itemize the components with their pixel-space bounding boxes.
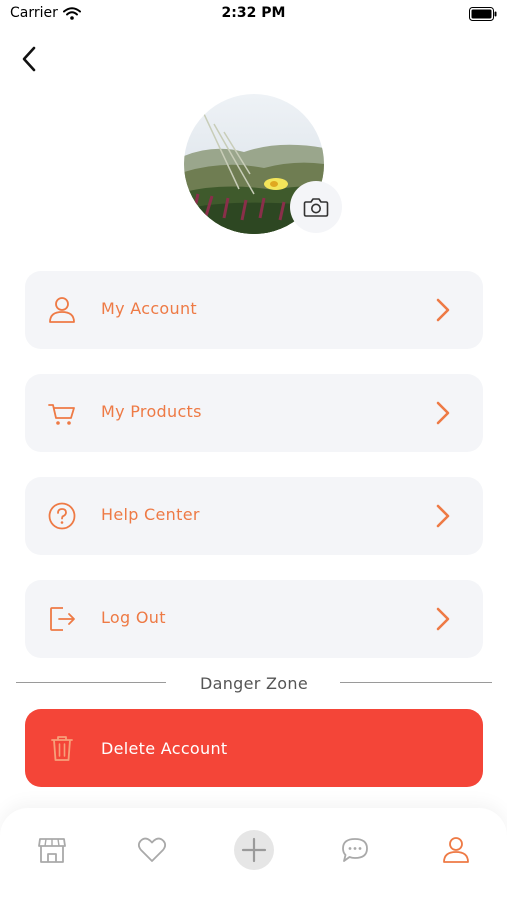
delete-account-label: Delete Account xyxy=(101,739,228,758)
user-icon xyxy=(47,295,77,325)
danger-zone-divider: Danger Zone xyxy=(16,672,492,700)
menu-item-my-products[interactable]: My Products xyxy=(25,374,483,452)
profile-icon xyxy=(443,837,469,863)
chevron-left-icon xyxy=(22,46,36,72)
tab-add[interactable] xyxy=(234,830,274,870)
menu-item-label: My Account xyxy=(101,299,197,318)
menu-item-label: Log Out xyxy=(101,608,166,627)
tab-profile[interactable] xyxy=(436,830,476,870)
menu-item-help-center[interactable]: Help Center xyxy=(25,477,483,555)
back-button[interactable] xyxy=(14,44,44,74)
divider-line xyxy=(340,682,492,683)
battery-icon xyxy=(469,7,497,21)
menu-item-my-account[interactable]: My Account xyxy=(25,271,483,349)
help-icon xyxy=(47,501,77,531)
danger-zone-title: Danger Zone xyxy=(200,674,308,693)
tab-messages[interactable] xyxy=(335,830,375,870)
logout-icon xyxy=(47,604,77,634)
chevron-right-icon xyxy=(436,607,450,631)
status-bar: Carrier 2:32 PM xyxy=(0,0,507,30)
chevron-right-icon xyxy=(436,504,450,528)
delete-account-button[interactable]: Delete Account xyxy=(25,709,483,787)
menu-item-label: My Products xyxy=(101,402,202,421)
tab-store[interactable] xyxy=(32,830,72,870)
heart-icon xyxy=(137,837,167,862)
menu-item-label: Help Center xyxy=(101,505,200,524)
menu-item-log-out[interactable]: Log Out xyxy=(25,580,483,658)
chevron-right-icon xyxy=(436,401,450,425)
bottom-tab-bar xyxy=(0,808,507,900)
camera-icon xyxy=(303,198,329,217)
change-photo-button[interactable] xyxy=(290,181,342,233)
store-icon xyxy=(38,838,66,863)
profile-avatar-section xyxy=(184,94,342,234)
chat-icon xyxy=(342,838,368,862)
add-icon xyxy=(241,837,267,863)
status-time: 2:32 PM xyxy=(221,5,286,21)
chevron-right-icon xyxy=(436,298,450,322)
trash-icon xyxy=(47,733,77,763)
cart-icon xyxy=(47,398,77,428)
tab-favorites[interactable] xyxy=(132,830,172,870)
